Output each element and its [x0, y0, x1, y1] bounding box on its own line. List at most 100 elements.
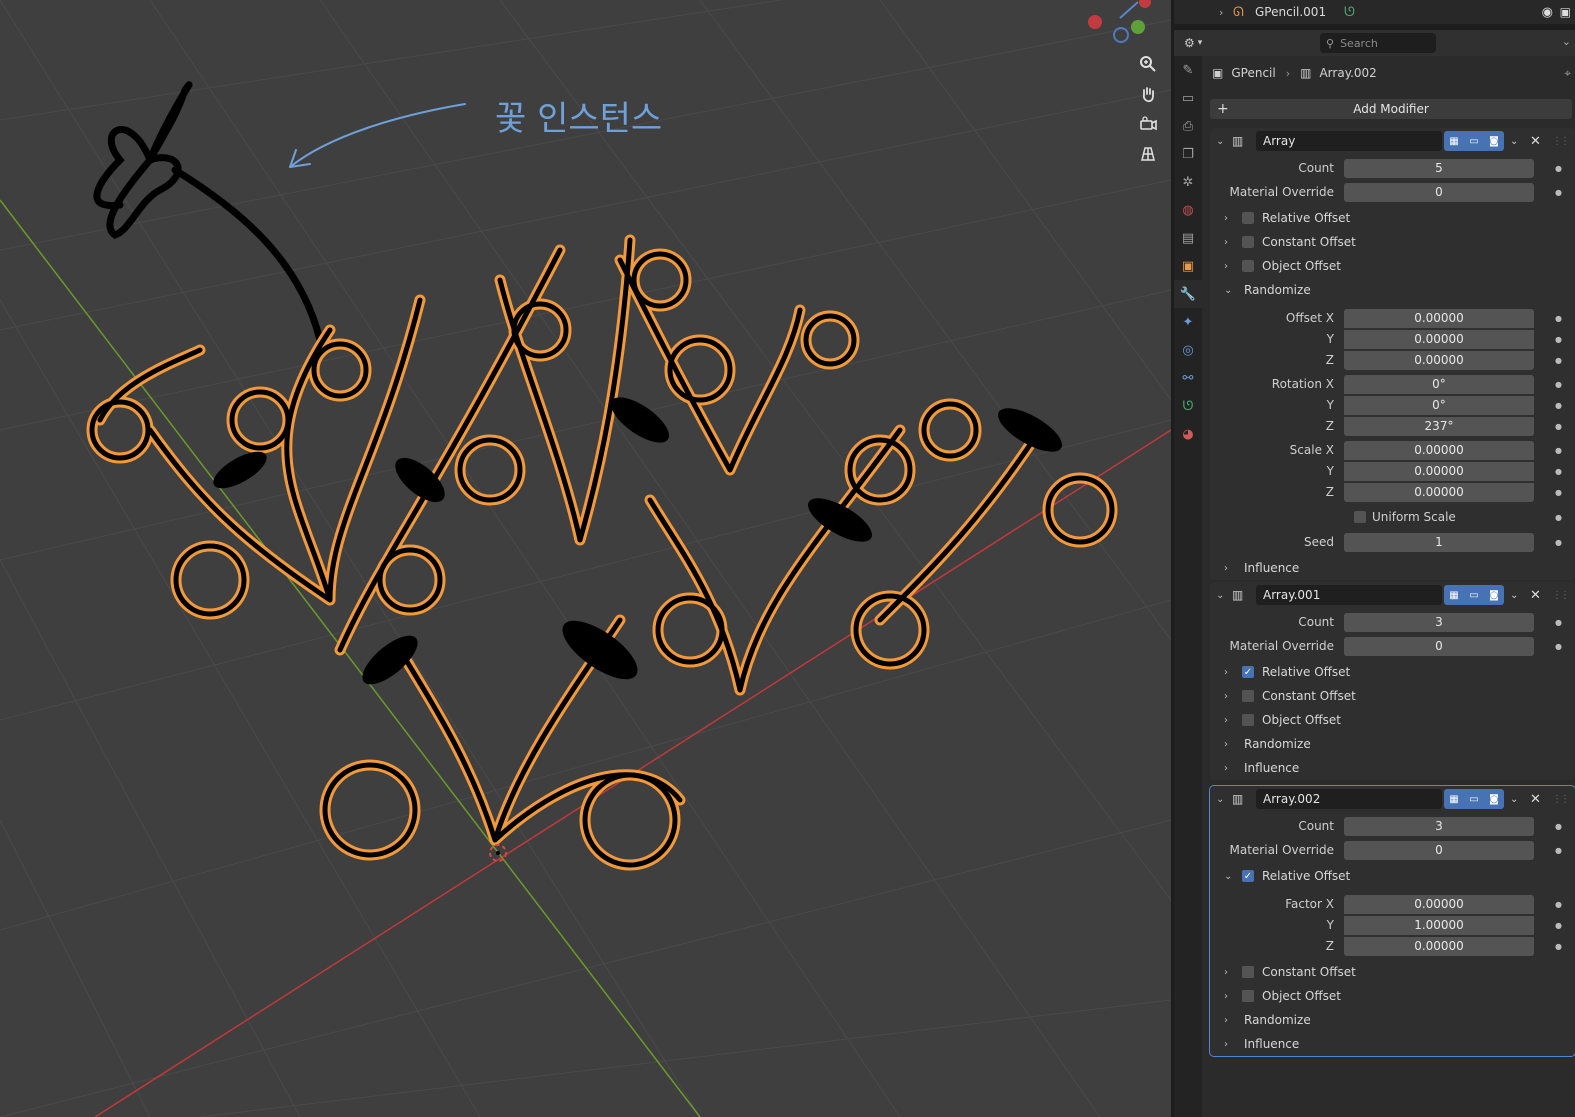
- world-tab-icon[interactable]: ◍: [1174, 196, 1202, 224]
- constant-offset-subpanel[interactable]: › Constant Offset: [1210, 960, 1575, 984]
- randomize-subpanel[interactable]: › Randomize: [1210, 1008, 1575, 1032]
- chevron-right-icon[interactable]: ›: [1219, 6, 1233, 19]
- count-field[interactable]: 5: [1344, 158, 1534, 178]
- scale-y-field[interactable]: 0.00000: [1344, 461, 1534, 481]
- outliner-row[interactable]: › ᘏ GPencil.001 ᘎ ◉ ▣: [1174, 0, 1575, 24]
- keyframe-dot-icon[interactable]: ●: [1555, 401, 1562, 410]
- object-offset-subpanel[interactable]: › Object Offset: [1210, 984, 1575, 1008]
- collection-tab-icon[interactable]: ▤: [1174, 224, 1202, 252]
- offset-z-field[interactable]: 0.00000: [1344, 350, 1534, 370]
- scale-x-field[interactable]: 0.00000: [1344, 440, 1534, 460]
- keyframe-dot-icon[interactable]: ●: [1555, 335, 1562, 344]
- render-tab-icon[interactable]: ▭: [1174, 84, 1202, 112]
- scene-tab-icon[interactable]: ✲: [1174, 168, 1202, 196]
- keyframe-dot-icon[interactable]: ●: [1555, 356, 1562, 365]
- object-offset-checkbox[interactable]: [1242, 714, 1254, 726]
- material-override-field[interactable]: 0: [1344, 182, 1534, 202]
- data-tab-icon[interactable]: ᘎ: [1174, 392, 1202, 420]
- chevron-down-icon[interactable]: ⌄: [1510, 794, 1524, 805]
- relative-offset-subpanel[interactable]: ⌄ ✓ Relative Offset: [1210, 864, 1575, 888]
- object-offset-checkbox[interactable]: [1242, 260, 1254, 272]
- eye-icon[interactable]: ◉: [1542, 5, 1553, 20]
- influence-subpanel[interactable]: › Influence: [1210, 756, 1575, 780]
- close-icon[interactable]: ✕: [1530, 792, 1544, 807]
- keyframe-dot-icon[interactable]: ●: [1555, 921, 1562, 930]
- rotation-y-field[interactable]: 0°: [1344, 395, 1534, 415]
- randomize-subpanel[interactable]: ⌄ Randomize: [1210, 278, 1575, 302]
- edit-mode-toggle-icon[interactable]: ▦: [1444, 131, 1464, 151]
- keyframe-dot-icon[interactable]: ●: [1555, 900, 1562, 909]
- close-icon[interactable]: ✕: [1530, 588, 1544, 603]
- keyframe-dot-icon[interactable]: ●: [1555, 314, 1562, 323]
- keyframe-dot-icon[interactable]: ●: [1555, 164, 1562, 173]
- material-override-field[interactable]: 0: [1344, 840, 1534, 860]
- count-field[interactable]: 3: [1344, 612, 1534, 632]
- modifier-stroke-icon[interactable]: ᘎ: [1344, 5, 1355, 20]
- drag-handle-icon[interactable]: ⋮⋮: [1552, 794, 1570, 805]
- drag-handle-icon[interactable]: ⋮⋮: [1552, 590, 1570, 601]
- physics-tab-icon[interactable]: ◎: [1174, 336, 1202, 364]
- keyframe-dot-icon[interactable]: ●: [1555, 188, 1562, 197]
- view-layer-tab-icon[interactable]: ❐: [1174, 140, 1202, 168]
- chevron-down-icon[interactable]: ⌄: [1510, 136, 1524, 147]
- scale-z-field[interactable]: 0.00000: [1344, 482, 1534, 502]
- keyframe-dot-icon[interactable]: ●: [1555, 642, 1562, 651]
- hand-icon[interactable]: [1134, 80, 1162, 108]
- relative-offset-checkbox[interactable]: ✓: [1242, 666, 1254, 678]
- chevron-down-icon[interactable]: ⌄: [1562, 35, 1571, 48]
- chevron-down-icon[interactable]: ⌄: [1216, 794, 1232, 805]
- render-camera-icon[interactable]: ▣: [1560, 5, 1571, 19]
- navigation-gizmo[interactable]: [1080, 0, 1160, 50]
- rotation-z-field[interactable]: 237°: [1344, 416, 1534, 436]
- factor-x-field[interactable]: 0.00000: [1344, 894, 1534, 914]
- keyframe-dot-icon[interactable]: ●: [1555, 618, 1562, 627]
- offset-y-field[interactable]: 0.00000: [1344, 329, 1534, 349]
- modifier-name-field[interactable]: Array.001: [1256, 585, 1442, 605]
- render-toggle-icon[interactable]: ◙: [1484, 789, 1504, 809]
- edit-mode-toggle-icon[interactable]: ▦: [1444, 585, 1464, 605]
- keyframe-dot-icon[interactable]: ●: [1555, 467, 1562, 476]
- chevron-down-icon[interactable]: ⌄: [1510, 590, 1524, 601]
- seed-field[interactable]: 1: [1344, 532, 1534, 552]
- object-offset-subpanel[interactable]: › Object Offset: [1210, 254, 1575, 278]
- material-tab-icon[interactable]: ◕: [1174, 420, 1202, 448]
- modifier-name-field[interactable]: Array.002: [1256, 789, 1442, 809]
- relative-offset-subpanel[interactable]: › ✓ Relative Offset: [1210, 660, 1575, 684]
- constant-offset-checkbox[interactable]: [1242, 690, 1254, 702]
- render-toggle-icon[interactable]: ◙: [1484, 585, 1504, 605]
- influence-subpanel[interactable]: › Influence: [1210, 1032, 1575, 1056]
- modifier-name-field[interactable]: Array: [1256, 131, 1442, 151]
- camera-icon[interactable]: [1134, 110, 1162, 138]
- zoom-icon[interactable]: [1134, 50, 1162, 78]
- factor-z-field[interactable]: 0.00000: [1344, 936, 1534, 956]
- editor-type-dropdown[interactable]: ⚙ ▾: [1184, 33, 1214, 53]
- chevron-down-icon[interactable]: ⌄: [1216, 136, 1232, 147]
- viewport-display-toggle-icon[interactable]: ▭: [1464, 585, 1484, 605]
- effects-tab-icon[interactable]: ✦: [1174, 308, 1202, 336]
- influence-subpanel[interactable]: › Influence: [1210, 556, 1575, 580]
- uniform-scale-checkbox[interactable]: [1354, 511, 1366, 523]
- object-offset-subpanel[interactable]: › Object Offset: [1210, 708, 1575, 732]
- viewport-display-toggle-icon[interactable]: ▭: [1464, 789, 1484, 809]
- keyframe-dot-icon[interactable]: ●: [1555, 422, 1562, 431]
- constant-offset-checkbox[interactable]: [1242, 236, 1254, 248]
- keyframe-dot-icon[interactable]: ●: [1555, 446, 1562, 455]
- add-modifier-button[interactable]: + Add Modifier: [1210, 99, 1572, 119]
- render-toggle-icon[interactable]: ◙: [1484, 131, 1504, 151]
- keyframe-dot-icon[interactable]: ●: [1555, 822, 1562, 831]
- relative-offset-checkbox[interactable]: [1242, 212, 1254, 224]
- keyframe-dot-icon[interactable]: ●: [1555, 513, 1562, 522]
- keyframe-dot-icon[interactable]: ●: [1555, 942, 1562, 951]
- viewport-display-toggle-icon[interactable]: ▭: [1464, 131, 1484, 151]
- close-icon[interactable]: ✕: [1530, 134, 1544, 149]
- output-tab-icon[interactable]: ⎙: [1174, 112, 1202, 140]
- relative-offset-subpanel[interactable]: › Relative Offset: [1210, 206, 1575, 230]
- grid-icon[interactable]: [1134, 140, 1162, 168]
- tool-tab-icon[interactable]: ✎: [1174, 56, 1202, 84]
- pin-icon[interactable]: ⌖: [1564, 66, 1571, 81]
- keyframe-dot-icon[interactable]: ●: [1555, 846, 1562, 855]
- modifier-tab-icon[interactable]: 🔧: [1174, 280, 1202, 308]
- randomize-subpanel[interactable]: › Randomize: [1210, 732, 1575, 756]
- object-tab-icon[interactable]: ▣: [1174, 252, 1202, 280]
- constant-offset-subpanel[interactable]: › Constant Offset: [1210, 230, 1575, 254]
